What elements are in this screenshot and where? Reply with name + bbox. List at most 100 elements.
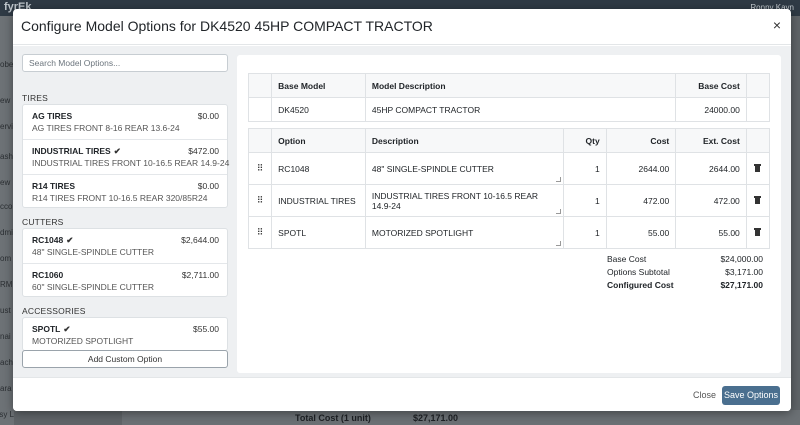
delete-button[interactable] (745, 184, 771, 217)
total-cost-label: Total Cost (1 unit) (295, 413, 371, 423)
summary-value: $24,000.00 (720, 254, 763, 264)
cell-base-model: DK4520 (271, 97, 366, 122)
option-price: $2,644.00 (181, 235, 219, 245)
description-textarea[interactable]: MOTORIZED SPOTLIGHT (364, 216, 565, 249)
option-name: SPOTL ✔ (32, 324, 71, 334)
qty-input[interactable]: 1 (563, 184, 607, 217)
configure-options-modal: Configure Model Options for DK4520 45HP … (13, 9, 791, 411)
delete-button[interactable] (745, 216, 771, 249)
option-item[interactable]: SPOTL ✔ $55.00 MOTORIZED SPOTLIGHT (23, 318, 227, 350)
cell-spacer (247, 97, 273, 122)
header-spacer (745, 128, 771, 153)
table-row: ⠿ RC1048 48" SINGLE-SPINDLE CUTTER 1 264… (247, 152, 771, 185)
header-spacer (247, 73, 273, 98)
table-header-row: Option Description Qty Cost Ext. Cost (247, 128, 771, 153)
header-ext-cost: Ext. Cost (675, 128, 747, 153)
option-description: 48" SINGLE-SPINDLE CUTTER (32, 247, 155, 257)
summary-value: $27,171.00 (720, 280, 763, 290)
group-label-tires: TIRES (22, 93, 49, 103)
option-group-cutters: RC1048 ✔ $2,644.00 48" SINGLE-SPINDLE CUT… (22, 228, 228, 297)
table-row: ⠿ INDUSTRIAL TIRES INDUSTRIAL TIRES FRON… (247, 184, 771, 217)
sidebar-item[interactable]: ash (0, 152, 14, 161)
option-description: AG TIRES FRONT 8-16 REAR 13.6-24 (32, 123, 180, 133)
drag-handle-icon[interactable]: ⠿ (247, 152, 273, 185)
search-input[interactable]: Search Model Options... (22, 54, 228, 72)
drag-handle-icon[interactable]: ⠿ (247, 216, 273, 249)
sidebar-item[interactable]: ew (0, 178, 14, 187)
close-icon[interactable]: × (773, 17, 781, 33)
option-description: 60" SINGLE-SPINDLE CUTTER (32, 282, 155, 292)
check-icon: ✔ (113, 146, 121, 156)
sidebar-item[interactable]: ust (0, 306, 14, 315)
option-description: INDUSTRIAL TIRES FRONT 10-16.5 REAR 14.9… (32, 158, 230, 168)
options-table: Option Description Qty Cost Ext. Cost ⠿ … (247, 128, 771, 249)
option-description: R14 TIRES FRONT 10-16.5 REAR 320/85R24 (32, 193, 208, 203)
option-price: $0.00 (197, 181, 219, 191)
sidebar-item[interactable]: sy L (0, 410, 14, 419)
check-icon: ✔ (63, 324, 71, 334)
sidebar-item[interactable]: RM (0, 280, 14, 289)
trash-icon (754, 227, 762, 236)
table-row: DK4520 45HP COMPACT TRACTOR 24000.00 (247, 97, 771, 122)
cell-spacer (745, 97, 771, 122)
cell-ext-cost: 472.00 (675, 184, 747, 217)
sidebar-item[interactable]: nai (0, 332, 14, 341)
add-custom-option-button[interactable]: Add Custom Option (22, 350, 228, 368)
option-item[interactable]: R14 TIRES $0.00 R14 TIRES FRONT 10-16.5 … (23, 174, 227, 208)
description-textarea[interactable]: INDUSTRIAL TIRES FRONT 10-16.5 REAR 14.9… (364, 184, 565, 217)
resize-grip-icon[interactable] (556, 209, 562, 214)
sidebar-item[interactable]: om (0, 254, 14, 263)
resize-grip-icon[interactable] (556, 241, 562, 246)
cell-model-description: 45HP COMPACT TRACTOR (364, 97, 677, 122)
description-textarea[interactable]: 48" SINGLE-SPINDLE CUTTER (364, 152, 565, 185)
option-group-tires: AG TIRES $0.00 AG TIRES FRONT 8-16 REAR … (22, 104, 230, 208)
drag-handle-icon[interactable]: ⠿ (247, 184, 273, 217)
sidebar-item[interactable]: ara (0, 384, 14, 393)
cost-input[interactable]: 472.00 (605, 184, 677, 217)
header-base-model: Base Model (271, 73, 366, 98)
option-group-accessories: SPOTL ✔ $55.00 MOTORIZED SPOTLIGHT (22, 317, 228, 351)
modal-header: Configure Model Options for DK4520 45HP … (13, 9, 791, 45)
table-header-row: Base Model Model Description Base Cost (247, 73, 771, 98)
sidebar-item[interactable]: dmi (0, 228, 14, 237)
cost-input[interactable]: 55.00 (605, 216, 677, 249)
option-item[interactable]: RC1048 ✔ $2,644.00 48" SINGLE-SPINDLE CUT… (23, 229, 227, 263)
trash-icon (754, 163, 762, 172)
cell-option: RC1048 (271, 152, 366, 185)
resize-grip-icon[interactable] (556, 177, 562, 182)
delete-button[interactable] (745, 152, 771, 185)
modal-footer: Close Save Options (13, 377, 791, 411)
option-item[interactable]: INDUSTRIAL TIRES ✔ $472.00 INDUSTRIAL TIR… (23, 139, 230, 174)
qty-input[interactable]: 1 (563, 216, 607, 249)
header-description: Description (364, 128, 565, 153)
modal-body: Search Model Options... TIRES AG TIRES $… (13, 46, 791, 377)
header-option: Option (271, 128, 366, 153)
cell-option: SPOTL (271, 216, 366, 249)
app-sidebar: obe ew ervi ash ew cco dmi om RM ust nai… (0, 16, 14, 425)
header-cost: Cost (605, 128, 677, 153)
option-description: MOTORIZED SPOTLIGHT (32, 336, 134, 346)
save-options-button[interactable]: Save Options (722, 386, 780, 405)
close-button[interactable]: Close (693, 390, 716, 400)
header-base-cost: Base Cost (675, 73, 747, 98)
option-name: R14 TIRES (32, 181, 75, 191)
option-item[interactable]: RC1060 $2,711.00 60" SINGLE-SPINDLE CUTT… (23, 263, 227, 297)
qty-input[interactable]: 1 (563, 152, 607, 185)
header-spacer (247, 128, 273, 153)
option-price: $2,711.00 (181, 270, 219, 280)
option-name: RC1048 ✔ (32, 235, 74, 245)
sidebar-item[interactable]: obe (0, 60, 14, 69)
sidebar-item[interactable]: ach (0, 358, 14, 367)
option-name: AG TIRES (32, 111, 73, 121)
sidebar-item[interactable]: cco (0, 202, 14, 211)
cell-ext-cost: 55.00 (675, 216, 747, 249)
cost-input[interactable]: 2644.00 (605, 152, 677, 185)
sidebar-item[interactable]: ew (0, 96, 14, 105)
total-cost-value: $27,171.00 (413, 413, 459, 423)
modal-title: Configure Model Options for DK4520 45HP … (21, 18, 433, 34)
cell-option: INDUSTRIAL TIRES (271, 184, 366, 217)
sidebar-item[interactable]: ervi (0, 122, 14, 131)
option-price: $55.00 (193, 324, 219, 334)
base-model-table: Base Model Model Description Base Cost D… (247, 73, 771, 122)
option-item[interactable]: AG TIRES $0.00 AG TIRES FRONT 8-16 REAR … (23, 105, 227, 139)
